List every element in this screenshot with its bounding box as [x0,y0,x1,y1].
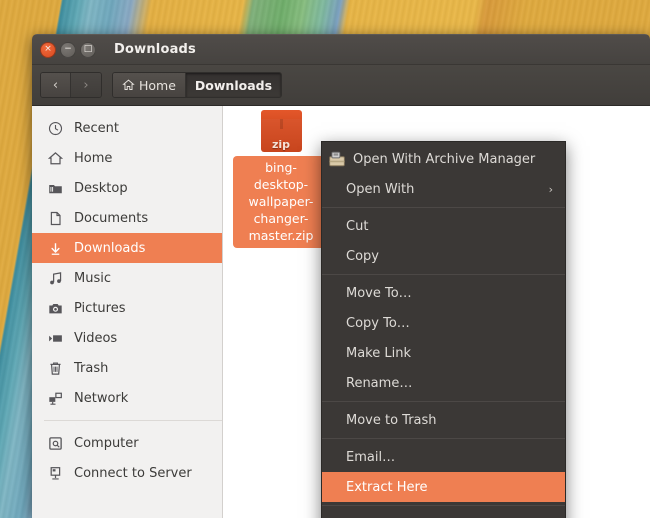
menu-item-label: Rename… [346,376,412,391]
menu-separator [322,207,565,208]
sidebar-item-trash[interactable]: Trash [32,353,222,383]
breadcrumb: Home Downloads [112,72,282,98]
close-icon[interactable]: × [40,42,56,58]
menu-item-label: Copy [346,249,379,264]
document-icon [47,210,63,226]
menu-item-label: Move to Trash [346,413,437,428]
menu-item-move-to[interactable]: Move To… [322,278,565,308]
context-menu: Open With Archive Manager Open With › Cu… [321,141,566,518]
sidebar-item-label: Desktop [74,181,128,196]
music-icon [47,270,63,286]
sidebar-item-recent[interactable]: Recent [32,113,222,143]
menu-item-make-link[interactable]: Make Link [322,338,565,368]
archive-manager-icon [328,150,346,168]
file-item[interactable]: zip bing-desktop- wallpaper-changer- mas… [233,110,329,248]
network-icon [47,390,63,406]
menu-item-move-to-trash[interactable]: Move to Trash [322,405,565,435]
menu-item-rename[interactable]: Rename… [322,368,565,398]
sidebar-item-label: Home [74,151,112,166]
menu-item-label: Extract Here [346,480,428,495]
sidebar-item-label: Network [74,391,128,406]
menu-item-label: Email… [346,450,395,465]
menu-item-copy[interactable]: Copy [322,241,565,271]
menu-separator [322,505,565,506]
window-controls: × − □ [40,42,96,58]
sidebar-item-connect-to-server[interactable]: Connect to Server [32,458,222,488]
sidebar-item-documents[interactable]: Documents [32,203,222,233]
sidebar-separator [44,420,222,421]
computer-icon [47,435,63,451]
menu-separator [322,438,565,439]
menu-separator [322,274,565,275]
menu-item-open-with-archive-manager[interactable]: Open With Archive Manager [322,144,565,174]
video-icon [47,330,63,346]
menu-item-label: Copy To… [346,316,410,331]
menu-item-extract-here[interactable]: Extract Here [322,472,565,502]
menu-item-copy-to[interactable]: Copy To… [322,308,565,338]
minimize-icon[interactable]: − [60,42,76,58]
nav-button-group: ‹ › [40,72,102,98]
menu-item-properties[interactable]: Properties [322,509,565,518]
menu-item-email[interactable]: Email… [322,442,565,472]
camera-icon [47,300,63,316]
back-button[interactable]: ‹ [41,73,71,97]
sidebar-item-downloads[interactable]: Downloads [32,233,222,263]
menu-item-label: Open With [346,182,414,197]
folder-icon [47,180,63,196]
chevron-right-icon: › [549,183,553,196]
menu-item-label: Open With Archive Manager [353,152,535,167]
menu-item-label: Cut [346,219,368,234]
sidebar-item-label: Computer [74,436,139,451]
sidebar-item-computer[interactable]: Computer [32,428,222,458]
menu-separator [322,401,565,402]
sidebar-item-music[interactable]: Music [32,263,222,293]
breadcrumb-downloads-label: Downloads [195,78,272,93]
breadcrumb-home-label: Home [139,78,176,93]
clock-icon [47,120,63,136]
sidebar-item-label: Downloads [74,241,145,256]
home-icon [47,150,63,166]
zip-icon-label: zip [261,138,302,151]
home-icon [122,79,135,91]
menu-item-label: Move To… [346,286,412,301]
sidebar-item-label: Documents [74,211,148,226]
menu-item-cut[interactable]: Cut [322,211,565,241]
forward-button[interactable]: › [71,73,101,97]
server-icon [47,465,63,481]
menu-item-open-with[interactable]: Open With › [322,174,565,204]
sidebar-item-label: Recent [74,121,119,136]
maximize-icon[interactable]: □ [80,42,96,58]
sidebar-item-label: Connect to Server [74,466,192,481]
window-title: Downloads [114,42,196,57]
sidebar-item-videos[interactable]: Videos [32,323,222,353]
sidebar-item-label: Music [74,271,111,286]
sidebar-item-network[interactable]: Network [32,383,222,413]
file-item-label: bing-desktop- wallpaper-changer- master.… [233,156,329,248]
trash-icon [47,360,63,376]
sidebar-item-label: Pictures [74,301,125,316]
breadcrumb-home[interactable]: Home [113,73,186,97]
places-sidebar: Recent Home Desktop [32,106,223,518]
zip-archive-icon: zip [261,110,302,152]
navigation-toolbar: ‹ › Home Downloads [32,65,650,106]
sidebar-item-label: Trash [74,361,108,376]
download-icon [47,240,63,256]
menu-item-label: Make Link [346,346,411,361]
breadcrumb-downloads[interactable]: Downloads [186,73,281,97]
sidebar-item-label: Videos [74,331,117,346]
window-titlebar: × − □ Downloads [32,34,650,65]
sidebar-item-pictures[interactable]: Pictures [32,293,222,323]
sidebar-item-desktop[interactable]: Desktop [32,173,222,203]
sidebar-item-home[interactable]: Home [32,143,222,173]
